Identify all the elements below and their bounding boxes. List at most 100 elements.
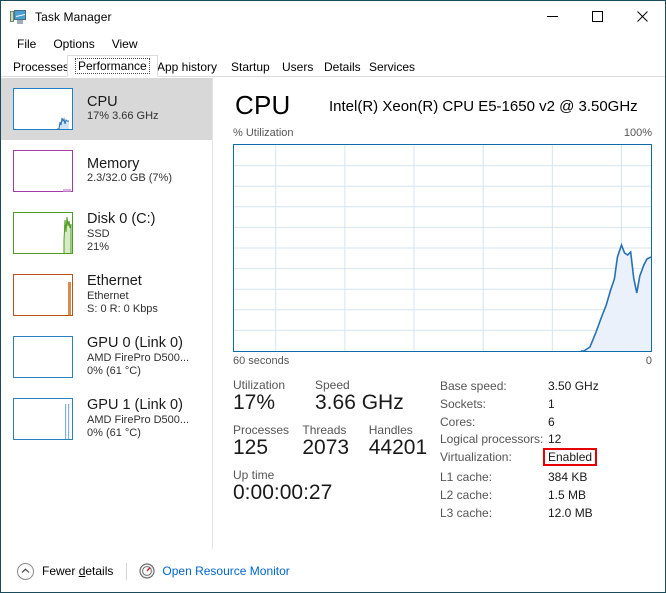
- sidebar-item-label: Memory: [87, 155, 140, 172]
- stat-speed: Speed 3.66 GHz: [315, 378, 435, 415]
- sidebar-item-sub2: 0% (61 °C): [87, 364, 141, 377]
- gpu0-thumbnail-graph: [13, 336, 73, 378]
- cpu-stats: Utilization 17% Speed 3.66 GHz Processes…: [233, 378, 448, 507]
- stat-value: 125: [233, 436, 269, 459]
- memory-thumbnail-graph: [13, 150, 73, 192]
- fewer-details-prefix: Fewer: [42, 564, 79, 578]
- sidebar-item-sub2: 21%: [87, 240, 110, 253]
- tab-label: Startup: [231, 60, 270, 74]
- cpu-spec-list: Base speed: 3.50 GHz Sockets: 1 Cores: 6…: [440, 379, 640, 524]
- stat-label: Speed: [315, 378, 350, 392]
- stat-value: 0:00:00:27: [233, 481, 333, 504]
- sidebar-item-disk0[interactable]: Disk 0 (C:) SSD 21%: [1, 202, 212, 264]
- spec-logical-processors: Logical processors: 12: [440, 432, 640, 450]
- stats-row: Processes 125 Threads 2073 Handles 44201: [233, 423, 448, 460]
- stat-label: Up time: [233, 468, 275, 482]
- title-bar: Task Manager: [1, 1, 665, 33]
- page-title: CPU: [235, 90, 291, 120]
- open-resource-monitor-link[interactable]: Open Resource Monitor: [139, 563, 290, 579]
- window-controls: [530, 1, 665, 31]
- tab-label: Users: [282, 60, 314, 74]
- sidebar-item-label: Disk 0 (C:): [87, 211, 156, 228]
- stat-label: Threads: [302, 423, 347, 437]
- spec-key: Virtualization:: [440, 450, 512, 465]
- tab-label: Services: [369, 60, 416, 74]
- stat-label: Handles: [368, 423, 413, 437]
- spec-key: Base speed:: [440, 379, 507, 393]
- resource-monitor-icon: [139, 563, 155, 579]
- spec-key: L1 cache:: [440, 470, 493, 485]
- stat-processes: Processes 125: [233, 423, 302, 460]
- stat-threads: Threads 2073: [302, 423, 368, 460]
- window-title: Task Manager: [35, 10, 112, 24]
- spec-key: L2 cache:: [440, 487, 493, 502]
- cpu-thumbnail-graph: [13, 88, 73, 130]
- spec-l1-cache: L1 cache: 384 KB: [440, 470, 640, 488]
- close-button[interactable]: [620, 1, 665, 31]
- cpu-utilization-chart: [233, 144, 652, 352]
- menu-item-file[interactable]: File: [9, 35, 45, 53]
- stat-label: Utilization: [233, 378, 286, 392]
- resource-sidebar[interactable]: CPU 17% 3.66 GHz Memory 2.3/32.0 GB (7%): [1, 78, 213, 549]
- sidebar-item-label: CPU: [87, 93, 118, 110]
- sidebar-item-gpu0[interactable]: GPU 0 (Link 0) AMD FirePro D500... 0% (6…: [1, 326, 212, 388]
- resource-monitor-label: Open Resource Monitor: [162, 564, 290, 578]
- tab-app-history[interactable]: App history: [149, 57, 225, 77]
- disk0-thumbnail-graph: [13, 212, 73, 254]
- sidebar-item-cpu[interactable]: CPU 17% 3.66 GHz: [1, 78, 212, 140]
- chart-y-axis-label: % Utilization: [233, 127, 294, 139]
- maximize-button[interactable]: [575, 1, 620, 31]
- sidebar-item-text: GPU 1 (Link 0) AMD FirePro D500... 0% (6…: [87, 398, 189, 439]
- spec-value: 384 KB: [548, 470, 588, 485]
- spec-key: Sockets:: [440, 396, 487, 411]
- stat-handles: Handles 44201: [369, 423, 448, 460]
- sidebar-item-sub1: 2.3/32.0 GB (7%): [87, 172, 172, 185]
- sidebar-item-text: GPU 0 (Link 0) AMD FirePro D500... 0% (6…: [87, 336, 189, 377]
- chart-x-axis-label: 60 seconds: [233, 355, 290, 367]
- virtualization-status-highlight: Enabled: [542, 448, 598, 467]
- sidebar-item-text: Ethernet Ethernet S: 0 R: 0 Kbps: [87, 274, 158, 315]
- stat-value: 44201: [368, 436, 428, 459]
- sidebar-item-label: GPU 1 (Link 0): [87, 397, 183, 414]
- stats-row: Up time 0:00:00:27: [233, 468, 448, 505]
- menu-item-options[interactable]: Options: [45, 35, 103, 53]
- tab-performance[interactable]: Performance: [67, 55, 158, 77]
- cpu-model-name: Intel(R) Xeon(R) CPU E5-1650 v2 @ 3.50GH…: [329, 98, 638, 115]
- sidebar-item-gpu1[interactable]: GPU 1 (Link 0) AMD FirePro D500... 0% (6…: [1, 388, 212, 450]
- fewer-details-suffix: etails: [85, 564, 114, 578]
- footer-divider: [126, 562, 128, 580]
- content-area: CPU 17% 3.66 GHz Memory 2.3/32.0 GB (7%): [1, 78, 665, 549]
- minimize-button[interactable]: [530, 1, 575, 31]
- menu-item-view[interactable]: View: [104, 35, 147, 53]
- spec-sockets: Sockets: 1: [440, 397, 640, 415]
- spec-value: 12.0 MB: [548, 505, 593, 520]
- tab-startup[interactable]: Startup: [223, 57, 278, 77]
- spec-value: 6: [548, 414, 555, 429]
- sidebar-item-label: GPU 0 (Link 0): [87, 335, 183, 352]
- tab-label: Details: [324, 60, 361, 74]
- tab-label: Performance: [75, 58, 150, 74]
- spec-base-speed: Base speed: 3.50 GHz: [440, 379, 640, 397]
- tab-services[interactable]: Services: [361, 57, 423, 77]
- sidebar-item-text: Memory 2.3/32.0 GB (7%): [87, 155, 172, 186]
- sidebar-item-memory[interactable]: Memory 2.3/32.0 GB (7%): [1, 140, 212, 202]
- footer-bar: Fewer details Open Resource Monitor: [1, 549, 665, 592]
- spec-value: 1: [548, 396, 555, 411]
- tab-users[interactable]: Users: [274, 57, 321, 77]
- spec-key: Logical processors:: [440, 432, 544, 447]
- sidebar-item-sub1: 17% 3.66 GHz: [87, 110, 159, 123]
- sidebar-item-sub1: AMD FirePro D500...: [87, 413, 190, 426]
- gpu1-thumbnail-graph: [13, 398, 73, 440]
- spec-l2-cache: L2 cache: 1.5 MB: [440, 488, 640, 506]
- fewer-details-button[interactable]: Fewer details: [17, 562, 114, 580]
- chart-y-axis-max: 100%: [623, 127, 652, 139]
- spec-key: Cores:: [440, 414, 476, 429]
- stat-value: 17%: [233, 391, 276, 414]
- stat-value: 2073: [302, 436, 350, 459]
- tab-label: Processes: [13, 60, 70, 74]
- sidebar-item-ethernet[interactable]: Ethernet Ethernet S: 0 R: 0 Kbps: [1, 264, 212, 326]
- spec-value: 3.50 GHz: [548, 379, 599, 393]
- tab-strip: Processes Performance App history Startu…: [1, 55, 665, 77]
- task-manager-monitor-icon: [10, 9, 26, 25]
- spec-virtualization: Virtualization: Enabled: [440, 448, 640, 470]
